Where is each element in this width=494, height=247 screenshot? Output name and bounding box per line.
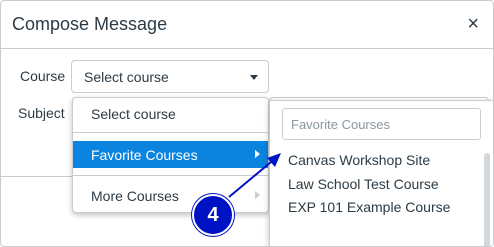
compose-message-dialog: Compose Message × Course Select course S… — [0, 0, 494, 247]
course-dropdown-menu: Select course Favorite Courses More Cour… — [72, 97, 269, 213]
submenu-search-input[interactable]: Favorite Courses — [282, 108, 481, 140]
menu-item-more-courses[interactable]: More Courses — [73, 182, 268, 209]
form-divider — [1, 176, 73, 177]
favorite-courses-submenu: Favorite Courses Canvas Workshop Site La… — [269, 100, 493, 246]
menu-separator — [73, 175, 268, 176]
menu-item-label: Favorite Courses — [91, 147, 198, 163]
subject-label: Subject — [18, 105, 65, 121]
submenu-search-placeholder: Favorite Courses — [291, 117, 390, 132]
caret-right-icon — [255, 150, 260, 158]
close-icon[interactable]: × — [467, 14, 479, 34]
dialog-title: Compose Message — [12, 14, 168, 34]
menu-item-favorite-courses[interactable]: Favorite Courses — [73, 141, 268, 168]
dialog-header: Compose Message × — [1, 1, 493, 49]
submenu-item-exp-101-example-course[interactable]: EXP 101 Example Course — [288, 199, 450, 215]
menu-item-label: More Courses — [91, 188, 179, 204]
course-select[interactable]: Select course — [71, 60, 269, 93]
course-select-value: Select course — [84, 69, 169, 85]
course-label: Course — [20, 68, 66, 84]
caret-down-icon — [250, 75, 258, 80]
step-number-badge: 4 — [192, 194, 234, 236]
menu-separator — [73, 132, 268, 133]
submenu-item-law-school-test-course[interactable]: Law School Test Course — [288, 176, 439, 192]
menu-item-select-course[interactable]: Select course — [73, 100, 268, 127]
submenu-scrollbar[interactable] — [484, 153, 490, 246]
menu-item-label: Select course — [91, 106, 176, 122]
caret-right-icon — [255, 191, 260, 199]
submenu-item-canvas-workshop-site[interactable]: Canvas Workshop Site — [288, 152, 430, 168]
